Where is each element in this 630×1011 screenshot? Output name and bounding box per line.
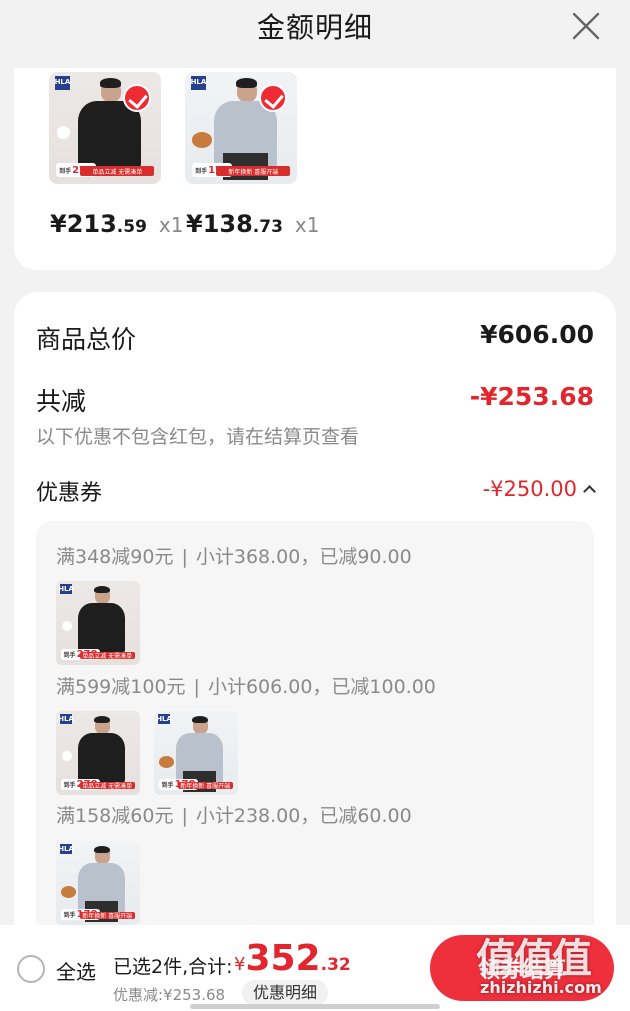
total-reduce-value: -¥253.68 [469, 382, 594, 411]
coupon-product-thumbnail: HLA 到手278 单品立减 无需凑单 [56, 581, 140, 665]
product-price: ¥213.59 x1 [50, 210, 184, 238]
coupon-rule-line: 满348减90元 | 小计368.00，已减90.00 [56, 546, 412, 568]
total-amount: ¥352.32 [234, 938, 351, 979]
coupon-toggle[interactable]: -¥250.00 [482, 477, 596, 501]
coupon-value: -¥250.00 [482, 477, 577, 501]
select-all-label[interactable]: 全选 [56, 956, 96, 985]
coupon-rule-line: 满599减100元 | 小计606.00，已减100.00 [56, 676, 436, 698]
selected-count-label: 已选2件,合计: [113, 956, 233, 978]
header: 金额明细 [0, 0, 630, 60]
product-price: ¥138.73 x1 [186, 210, 320, 238]
image-banner: 单品立减 无需凑单 [80, 166, 155, 177]
checkout-button[interactable]: 领券结算 [430, 935, 614, 1001]
product-qty: x1 [294, 213, 320, 237]
total-price-label: 商品总价 [36, 325, 137, 354]
select-all-radio[interactable] [17, 955, 45, 983]
brand-logo-icon: HLA [55, 76, 70, 90]
checkout-bar: 全选 已选2件,合计: ¥352.32 优惠减:¥253.68 优惠明细 领券结… [0, 925, 630, 1011]
product-qty: x1 [158, 213, 184, 237]
image-banner: 新年换新 喜服开端 [216, 166, 291, 177]
brand-logo-icon: HLA [191, 76, 206, 90]
total-price-value: ¥606.00 [480, 320, 594, 349]
amount-summary-card: 商品总价 ¥606.00 共减 -¥253.68 以下优惠不包含红包，请在结算页… [14, 292, 616, 1011]
total-reduce-label: 共减 [36, 387, 87, 416]
chevron-up-icon [583, 485, 596, 498]
page-title: 金额明细 [256, 11, 373, 44]
coupon-product-thumbnail: HLA 到手178 新年换新 喜服开端 [56, 841, 140, 925]
product-thumbnail-shirt[interactable]: HLA 到手178 新年换新 喜服开端 [185, 72, 297, 184]
selected-check-icon[interactable] [259, 84, 287, 112]
discount-detail-button[interactable]: 优惠明细 [242, 980, 329, 1006]
home-indicator [190, 1004, 440, 1009]
coupon-product-thumbnail: HLA 到手278 单品立减 无需凑单 [56, 711, 140, 795]
coupon-rule-line: 满158减60元 | 小计238.00，已减60.00 [56, 805, 412, 827]
coupon-product-thumbnail: HLA 到手178 新年换新 喜服开端 [154, 711, 238, 795]
selected-check-icon[interactable] [123, 84, 151, 112]
close-icon[interactable] [568, 8, 604, 44]
product-thumbnail-jacket[interactable]: HLA 到手278 单品立减 无需凑单 [49, 72, 161, 184]
reduce-note: 以下优惠不包含红包，请在结算页查看 [36, 426, 360, 448]
coupon-label[interactable]: 优惠券 [36, 475, 102, 507]
selected-products-card: HLA 到手278 单品立减 无需凑单 HLA 到手178 新年换新 喜服开端 … [14, 68, 616, 270]
discount-info: 优惠减:¥253.68 [113, 986, 226, 1004]
